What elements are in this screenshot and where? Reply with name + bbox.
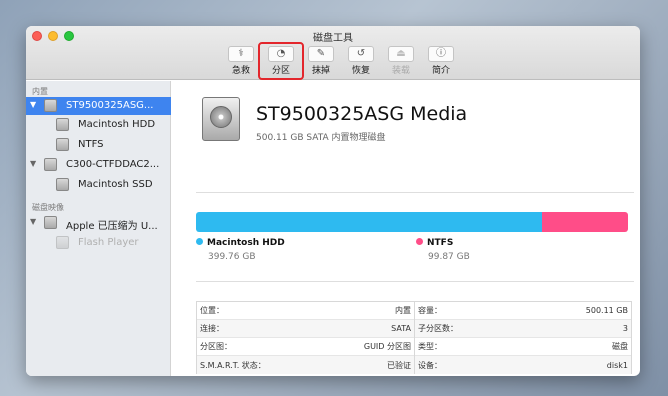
drive-name: ST9500325ASG Media xyxy=(256,103,468,125)
sidebar-item-macintosh-hdd[interactable]: Macintosh HDD xyxy=(26,116,171,134)
legend-color-dot xyxy=(196,238,203,245)
sidebar-item-flash-player[interactable]: Flash Player xyxy=(26,234,171,252)
mount-icon: ⏏ xyxy=(388,46,414,62)
divider xyxy=(196,281,634,282)
info-label: 连接： xyxy=(200,324,224,333)
legend-name: Macintosh HDD xyxy=(207,238,285,248)
legend-macintosh-hdd: Macintosh HDD 399.76 GB xyxy=(196,238,285,262)
legend-name: NTFS xyxy=(427,238,454,248)
info-value: 500.11 GB xyxy=(585,306,628,315)
erase-label: 抹掉 xyxy=(311,66,330,76)
main-panel: ST9500325ASG Media 500.11 GB SATA 内置物理磁盘… xyxy=(172,81,640,376)
sidebar-item-label: C300-CTFDDAC2... xyxy=(66,159,160,170)
hard-disk-icon xyxy=(44,158,57,171)
info-row-connection: 连接： SATA xyxy=(197,320,414,338)
info-value: 磁盘 xyxy=(612,342,628,351)
legend-color-dot xyxy=(416,238,423,245)
partition-segment-ntfs[interactable] xyxy=(541,212,628,232)
first-aid-button[interactable]: ⚕ 急救 xyxy=(224,46,258,78)
sidebar-item-apple-image[interactable]: ▼ Apple 已压缩为 U... xyxy=(26,214,171,232)
info-value: 内置 xyxy=(395,306,411,315)
legend-size: 99.87 GB xyxy=(428,252,470,262)
info-value: GUID 分区图 xyxy=(363,342,411,351)
stethoscope-icon: ⚕ xyxy=(228,46,254,62)
info-label: 位置： xyxy=(200,306,224,315)
volume-icon xyxy=(56,138,69,151)
partition-segment-macintosh-hdd[interactable] xyxy=(196,212,542,232)
restore-icon: ↺ xyxy=(348,46,374,62)
info-row-location: 位置： 内置 xyxy=(197,302,414,320)
sidebar-item-label: Apple 已压缩为 U... xyxy=(66,221,158,232)
sidebar: 内置 ▼ ST9500325ASG... Macintosh HDD NTFS … xyxy=(26,81,171,376)
partition-highlight-box xyxy=(258,42,304,80)
sidebar-item-st9500325asg[interactable]: ▼ ST9500325ASG... xyxy=(26,97,171,115)
info-row-partition-map: 分区图： GUID 分区图 xyxy=(197,338,414,356)
sidebar-section-disk-images: 磁盘映像 xyxy=(32,203,64,212)
disclosure-triangle-icon[interactable]: ▼ xyxy=(30,217,36,226)
restore-button[interactable]: ↺ 恢复 xyxy=(344,46,378,78)
info-row-type: 类型： 磁盘 xyxy=(415,338,631,356)
info-column-right: 容量： 500.11 GB 子分区数： 3 类型： 磁盘 设备： disk1 xyxy=(414,302,631,374)
info-row-device: 设备： disk1 xyxy=(415,356,631,374)
titlebar: 磁盘工具 ⚕ 急救 ◔ 分区 ✎ 抹掉 ↺ 恢复 ⏏ 装载 ⓘ 简介 xyxy=(26,26,640,80)
sidebar-section-internal: 内置 xyxy=(32,87,48,96)
hard-disk-icon xyxy=(44,99,57,112)
info-label: S.M.A.R.T. 状态： xyxy=(200,360,266,370)
disk-platter-icon xyxy=(210,106,232,128)
info-value: SATA xyxy=(391,324,411,333)
divider xyxy=(196,192,634,193)
info-row-smart-status: S.M.A.R.T. 状态： 已验证 xyxy=(197,356,414,374)
info-label: 类型： xyxy=(418,342,442,351)
info-value: 已验证 xyxy=(387,360,411,370)
sidebar-item-c300[interactable]: ▼ C300-CTFDDAC2... xyxy=(26,156,171,174)
sidebar-item-label: NTFS xyxy=(78,139,104,150)
sidebar-item-label: ST9500325ASG... xyxy=(66,100,154,111)
sidebar-item-ntfs[interactable]: NTFS xyxy=(26,136,171,154)
info-icon: ⓘ xyxy=(428,46,454,62)
first-aid-label: 急救 xyxy=(231,66,250,76)
info-label: 子分区数： xyxy=(418,324,458,333)
legend-ntfs: NTFS 99.87 GB xyxy=(416,238,470,262)
erase-button[interactable]: ✎ 抹掉 xyxy=(304,46,338,78)
drive-description: 500.11 GB SATA 内置物理磁盘 xyxy=(256,133,386,143)
legend-size: 399.76 GB xyxy=(208,252,256,262)
info-label: 容量： xyxy=(418,306,442,315)
volume-icon xyxy=(56,178,69,191)
info-label: 简介 xyxy=(431,66,450,76)
info-row-capacity: 容量： 500.11 GB xyxy=(415,302,631,320)
volume-icon xyxy=(56,118,69,131)
info-value: disk1 xyxy=(606,360,628,370)
info-column-left: 位置： 内置 连接： SATA 分区图： GUID 分区图 S.M.A.R.T. 状态… xyxy=(197,302,414,374)
restore-label: 恢复 xyxy=(351,66,370,76)
info-value: 3 xyxy=(622,324,628,333)
sidebar-item-macintosh-ssd[interactable]: Macintosh SSD xyxy=(26,176,171,194)
disk-utility-window: 磁盘工具 ⚕ 急救 ◔ 分区 ✎ 抹掉 ↺ 恢复 ⏏ 装载 ⓘ 简介 内置 ▼ xyxy=(26,26,640,376)
info-table: 位置： 内置 连接： SATA 分区图： GUID 分区图 S.M.A.R.T. 状态… xyxy=(196,301,632,374)
sidebar-item-label: Macintosh SSD xyxy=(78,179,153,190)
info-label: 设备： xyxy=(418,360,442,370)
volume-icon xyxy=(56,236,69,249)
erase-icon: ✎ xyxy=(308,46,334,62)
mount-label: 装载 xyxy=(391,66,410,76)
sidebar-item-label: Flash Player xyxy=(78,237,139,248)
mount-button[interactable]: ⏏ 装载 xyxy=(384,46,418,78)
hard-drive-icon xyxy=(202,97,240,141)
disk-image-icon xyxy=(44,216,57,229)
info-label: 分区图： xyxy=(200,342,232,351)
info-row-child-count: 子分区数： 3 xyxy=(415,320,631,338)
disclosure-triangle-icon[interactable]: ▼ xyxy=(30,100,36,109)
info-button[interactable]: ⓘ 简介 xyxy=(424,46,458,78)
partition-usage-bar xyxy=(196,212,628,232)
sidebar-item-label: Macintosh HDD xyxy=(78,119,156,130)
disclosure-triangle-icon[interactable]: ▼ xyxy=(30,159,36,168)
window-title: 磁盘工具 xyxy=(313,33,353,44)
